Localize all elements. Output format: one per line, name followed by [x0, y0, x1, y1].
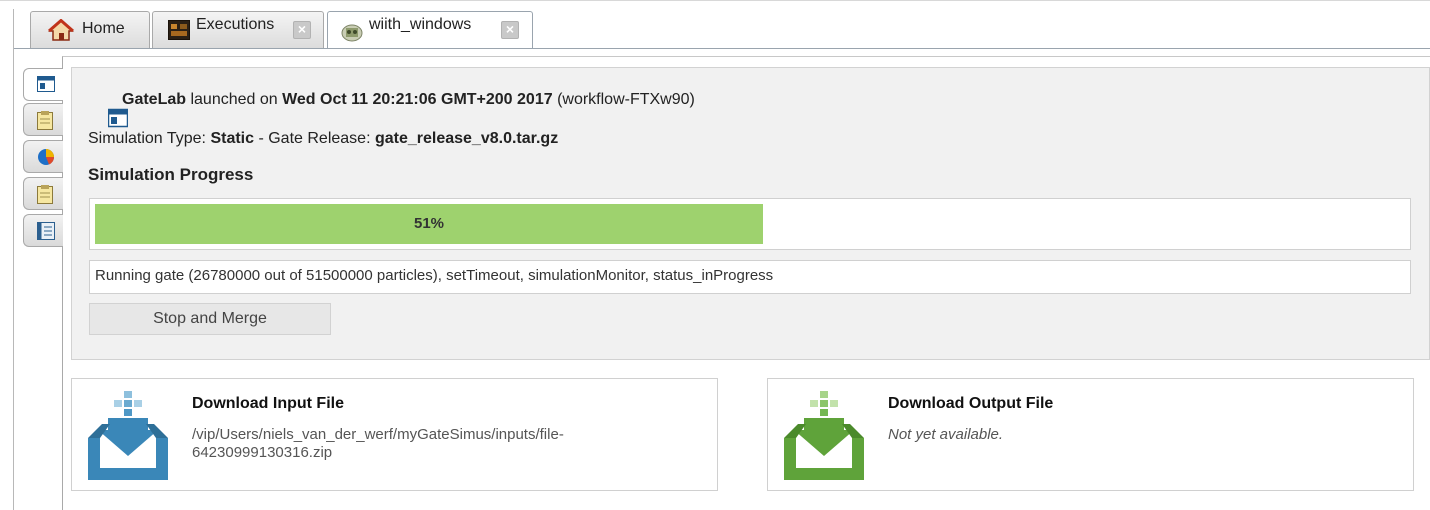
tab-bar-underline: [14, 48, 1430, 49]
tab-executions-label: Executions: [196, 16, 275, 33]
simulation-type-line: Simulation Type: Static - Gate Release: …: [88, 130, 558, 148]
tab-wiith-windows-label: wiith_windows: [369, 16, 472, 33]
tab-home[interactable]: Home: [30, 11, 150, 48]
calendar-icon: [90, 90, 129, 128]
executions-icon: [168, 20, 190, 44]
stop-and-merge-button[interactable]: Stop and Merge: [89, 303, 331, 335]
app-name: GateLab: [122, 91, 187, 108]
progress-heading: Simulation Progress: [88, 165, 254, 184]
side-button-console[interactable]: [23, 214, 63, 247]
tab-executions[interactable]: Executions ×: [152, 11, 324, 48]
download-output-status: Not yet available.: [888, 426, 1004, 443]
download-input-path[interactable]: /vip/Users/niels_van_der_werf/myGateSimu…: [192, 426, 652, 462]
download-output-title[interactable]: Download Output File: [888, 395, 1053, 413]
status-message: Running gate (26780000 out of 51500000 p…: [89, 260, 1411, 294]
download-output-card[interactable]: Download Output File Not yet available.: [767, 378, 1414, 491]
summary-icon: [37, 76, 55, 96]
clipboard-icon: [37, 185, 53, 208]
input-path-line-2: 64230999130316.zip: [192, 444, 333, 461]
progress-percent: 51%: [413, 215, 445, 232]
side-button-clipboard-2[interactable]: [23, 177, 63, 210]
close-icon[interactable]: ×: [501, 21, 519, 39]
download-input-title[interactable]: Download Input File: [192, 395, 344, 413]
gate-release-label: - Gate Release:: [254, 130, 375, 147]
progress-bar: 51%: [89, 198, 1411, 250]
outer-frame-edge: [13, 48, 14, 510]
workflow-id: (workflow-FTXw90): [552, 91, 695, 108]
tab-home-label: Home: [82, 20, 125, 37]
tab-bar-edge: [13, 9, 14, 49]
side-button-clipboard[interactable]: [23, 103, 63, 136]
launched-text: launched on: [186, 91, 283, 108]
gate-release-value: gate_release_v8.0.tar.gz: [374, 130, 559, 147]
console-icon: [37, 222, 55, 244]
side-button-summary[interactable]: [23, 68, 63, 101]
home-icon: [48, 18, 74, 45]
launch-date: Wed Oct 11 20:21:06 GMT+200 2017: [282, 91, 553, 108]
tab-bar: Home Executions × wiith_windows ×: [0, 0, 1430, 49]
side-button-chart[interactable]: [23, 140, 63, 173]
simulation-type-value: Static: [210, 130, 255, 147]
simulation-type-label: Simulation Type:: [88, 130, 211, 147]
workflow-icon: [341, 22, 363, 46]
download-tray-icon: [86, 390, 172, 486]
download-tray-icon: [782, 390, 868, 486]
side-toolbar: [23, 64, 63, 254]
clipboard-icon: [37, 111, 53, 134]
tab-wiith-windows[interactable]: wiith_windows ×: [327, 11, 533, 49]
input-path-line-1: /vip/Users/niels_van_der_werf/myGateSimu…: [192, 426, 564, 443]
pie-chart-icon: [37, 148, 55, 170]
download-input-card[interactable]: Download Input File /vip/Users/niels_van…: [71, 378, 718, 491]
simulation-header: GateLab launched on Wed Oct 11 20:21:06 …: [90, 88, 695, 128]
close-icon[interactable]: ×: [293, 21, 311, 39]
